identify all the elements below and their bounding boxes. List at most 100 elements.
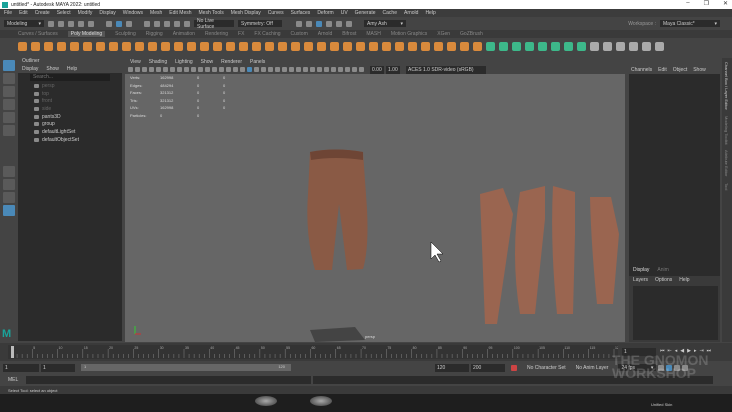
viewport-menu-panels[interactable]: Panels bbox=[250, 59, 265, 65]
menu-windows[interactable]: Windows bbox=[123, 10, 143, 16]
shelf-tab-curves-surfaces[interactable]: Curves / Surfaces bbox=[18, 31, 58, 37]
select-object-icon[interactable] bbox=[116, 20, 122, 27]
render-region-icon[interactable] bbox=[296, 20, 302, 27]
shelf-tool-icon[interactable] bbox=[525, 42, 534, 51]
viewport-tool-icon[interactable] bbox=[289, 67, 294, 72]
shelf-tool-icon[interactable] bbox=[44, 42, 53, 51]
viewport-menu-shading[interactable]: Shading bbox=[149, 59, 167, 65]
shelf-tool-icon[interactable] bbox=[343, 42, 352, 51]
shelf-tool-icon[interactable] bbox=[148, 42, 157, 51]
live-surface-field[interactable]: No Live Surface bbox=[194, 18, 234, 30]
viewport-tool-icon[interactable] bbox=[184, 67, 189, 72]
shelf-tool-icon[interactable] bbox=[252, 42, 261, 51]
viewport-tool-icon[interactable] bbox=[296, 67, 301, 72]
shelf-tool-icon[interactable] bbox=[18, 42, 27, 51]
menu-help[interactable]: Help bbox=[425, 10, 435, 16]
shelf-tool-icon[interactable] bbox=[213, 42, 222, 51]
menu-edit[interactable]: Edit bbox=[19, 10, 28, 16]
viewport-tool-icon[interactable] bbox=[135, 67, 140, 72]
viewport-tool-icon[interactable] bbox=[247, 67, 252, 72]
viewport-tool-icon[interactable] bbox=[198, 67, 203, 72]
shelf-tool-icon[interactable] bbox=[551, 42, 560, 51]
shelf-tool-icon[interactable] bbox=[226, 42, 235, 51]
menu-create[interactable]: Create bbox=[35, 10, 50, 16]
pause-icon[interactable] bbox=[346, 20, 352, 27]
shelf-tab-fx[interactable]: FX bbox=[238, 31, 244, 37]
shelf-tool-icon[interactable] bbox=[369, 42, 378, 51]
shelf-tool-icon[interactable] bbox=[382, 42, 391, 51]
shelf-tab-motion-graphics[interactable]: Motion Graphics bbox=[391, 31, 427, 37]
viewport-tool-icon[interactable] bbox=[338, 67, 343, 72]
menu-mesh[interactable]: Mesh bbox=[150, 10, 162, 16]
shelf-tool-icon[interactable] bbox=[486, 42, 495, 51]
tab-attribute-editor[interactable]: Attribute Editor bbox=[724, 150, 729, 176]
user-account-dropdown[interactable]: Amy Ash ▾ bbox=[364, 20, 406, 27]
outliner-item[interactable]: group bbox=[18, 120, 122, 128]
outliner-search-input[interactable]: Search... bbox=[30, 74, 110, 81]
viewport-tool-icon[interactable] bbox=[359, 67, 364, 72]
mode-dropdown[interactable]: Modeling ▾ bbox=[4, 20, 44, 27]
viewport-tool-icon[interactable] bbox=[240, 67, 245, 72]
menu-generate[interactable]: Generate bbox=[355, 10, 376, 16]
options-menu[interactable]: Options bbox=[655, 277, 672, 283]
menu-uv[interactable]: UV bbox=[341, 10, 348, 16]
hypershade-icon[interactable] bbox=[336, 20, 342, 27]
outliner-item[interactable]: top bbox=[18, 90, 122, 98]
shelf-tab-arnold[interactable]: Arnold bbox=[318, 31, 332, 37]
viewport-panel[interactable]: View Shading Lighting Show Renderer Panels fo… bbox=[125, 58, 625, 342]
shelf-tab-mash[interactable]: MASH bbox=[366, 31, 380, 37]
show-menu[interactable]: Show bbox=[693, 67, 706, 74]
render-settings-icon[interactable] bbox=[326, 20, 332, 27]
outliner-item[interactable]: front bbox=[18, 97, 122, 105]
outliner-menu-help[interactable]: Help bbox=[67, 66, 77, 72]
shelf-tool-icon[interactable] bbox=[122, 42, 131, 51]
menu-mesh-display[interactable]: Mesh Display bbox=[231, 10, 261, 16]
tab-display[interactable]: Display bbox=[633, 267, 649, 273]
outliner-item[interactable]: defaultLightSet bbox=[18, 128, 122, 136]
help-menu[interactable]: Help bbox=[679, 277, 689, 283]
redo-icon[interactable] bbox=[88, 20, 94, 27]
shelf-tab-poly-modeling[interactable]: Poly Modeling bbox=[67, 31, 106, 37]
minimize-button[interactable]: – bbox=[686, 0, 689, 7]
outliner-item[interactable]: persp bbox=[18, 82, 122, 90]
close-button[interactable]: ✕ bbox=[723, 0, 728, 7]
shelf-tool-icon[interactable] bbox=[447, 42, 456, 51]
menu-deform[interactable]: Deform bbox=[317, 10, 333, 16]
viewport-tool-icon[interactable] bbox=[219, 67, 224, 72]
shelf-tab-gozbrush[interactable]: GoZBrush bbox=[460, 31, 483, 37]
shelf-tool-icon[interactable] bbox=[603, 42, 612, 51]
viewport-tool-icon[interactable] bbox=[170, 67, 175, 72]
tab-modeling-toolkit[interactable]: Modeling Toolkit bbox=[724, 116, 729, 145]
save-scene-icon[interactable] bbox=[68, 20, 74, 27]
outliner-menu-display[interactable]: Display bbox=[22, 66, 38, 72]
snap-grid-icon[interactable] bbox=[144, 20, 150, 27]
viewport-tool-icon[interactable] bbox=[282, 67, 287, 72]
menu-select[interactable]: Select bbox=[57, 10, 71, 16]
viewport-tool-icon[interactable] bbox=[317, 67, 322, 72]
four-view-icon[interactable] bbox=[2, 179, 15, 190]
shelf-tool-icon[interactable] bbox=[265, 42, 274, 51]
tab-channel-box[interactable]: Channel Box / Layer Editor bbox=[724, 62, 729, 110]
shelf-tool-icon[interactable] bbox=[395, 42, 404, 51]
viewport-tool-icon[interactable] bbox=[149, 67, 154, 72]
select-tool-icon[interactable] bbox=[2, 60, 15, 71]
ipr-render-icon[interactable] bbox=[316, 20, 322, 27]
shelf-tool-icon[interactable] bbox=[421, 42, 430, 51]
anim-end-field[interactable]: 200 bbox=[471, 363, 505, 372]
shelf-tool-icon[interactable] bbox=[408, 42, 417, 51]
viewport-tool-icon[interactable] bbox=[233, 67, 238, 72]
shelf-tool-icon[interactable] bbox=[291, 42, 300, 51]
tab-anim[interactable]: Anim bbox=[657, 267, 668, 273]
shelf-tab-fx-caching[interactable]: FX Caching bbox=[254, 31, 280, 37]
outliner-menu-show[interactable]: Show bbox=[46, 66, 59, 72]
start-time-field[interactable]: 1 bbox=[3, 363, 39, 372]
viewport-tool-icon[interactable] bbox=[254, 67, 259, 72]
shelf-tool-icon[interactable] bbox=[187, 42, 196, 51]
select-component-icon[interactable] bbox=[126, 20, 132, 27]
shelf-tool-icon[interactable] bbox=[57, 42, 66, 51]
paint-select-icon[interactable] bbox=[2, 86, 15, 97]
shelf-tool-icon[interactable] bbox=[304, 42, 313, 51]
menu-file[interactable]: File bbox=[4, 10, 12, 16]
snap-view-icon[interactable] bbox=[174, 20, 180, 27]
shelf-tool-icon[interactable] bbox=[174, 42, 183, 51]
